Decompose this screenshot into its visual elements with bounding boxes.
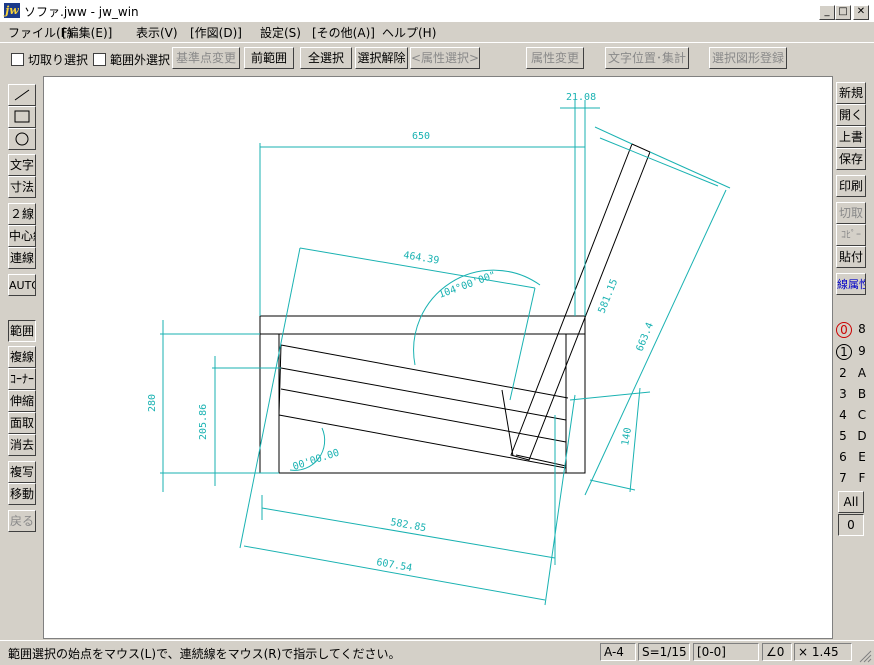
corner-button[interactable]: ｺｰﾅｰ <box>8 368 36 390</box>
layer-group-button[interactable]: 0 <box>838 514 864 536</box>
overwrite-button[interactable]: 上書 <box>836 126 866 148</box>
text-position-button[interactable]: 文字位置･集計 <box>605 47 689 69</box>
dim-650: 650 <box>412 131 430 142</box>
layer-0[interactable]: 0 <box>836 322 852 338</box>
range-toolbar: 切取り選択 範囲外選択 基準点変更 前範囲 全選択 選択解除 <属性選択> 属性… <box>0 42 874 75</box>
layer-f[interactable]: F <box>854 469 870 487</box>
layer-6[interactable]: 6 <box>835 448 851 466</box>
paper-size[interactable]: A-4 <box>600 643 636 661</box>
dim-140: 140 <box>620 427 634 447</box>
dim-464-39: 464.39 <box>403 250 440 267</box>
angle-value[interactable]: ∠0 <box>762 643 792 661</box>
app-logo-icon: jw <box>4 3 20 18</box>
cut-select-checkbox[interactable] <box>11 53 24 66</box>
menu-help[interactable]: ヘルプ(H) <box>382 24 436 41</box>
layer-4[interactable]: 4 <box>835 406 851 424</box>
layer-a[interactable]: A <box>854 364 870 382</box>
line-attribute-button[interactable]: 線属性 <box>836 273 866 295</box>
layer-e[interactable]: E <box>854 448 870 466</box>
print-button[interactable]: 印刷 <box>836 175 866 197</box>
layer-status[interactable]: [0-0] <box>693 643 759 661</box>
open-file-button[interactable]: 開く <box>836 104 866 126</box>
circle-tool-icon[interactable] <box>8 128 36 150</box>
layer-c[interactable]: C <box>854 406 870 424</box>
status-bar: 範囲選択の始点をマウス(L)で、連続線をマウス(R)で指示してください。 A-4… <box>0 640 874 665</box>
stretch-button[interactable]: 伸縮 <box>8 390 36 412</box>
sofa-shape <box>259 143 651 474</box>
select-all-button[interactable]: 全選択 <box>300 47 352 69</box>
layer-2[interactable]: 2 <box>835 364 851 382</box>
center-line-button[interactable]: 中心線 <box>8 225 36 247</box>
dimension-tool-button[interactable]: 寸法 <box>8 176 36 198</box>
outside-select-label: 範囲外選択 <box>110 53 171 67</box>
layer-1[interactable]: 1 <box>836 344 852 360</box>
continuous-line-button[interactable]: 連線 <box>8 247 36 269</box>
move-button[interactable]: 移動 <box>8 483 36 505</box>
zoom-value[interactable]: × 1.45 <box>794 643 852 661</box>
prev-range-button[interactable]: 前範囲 <box>244 47 294 69</box>
layer-b[interactable]: B <box>854 385 870 403</box>
maximize-icon[interactable]: □ <box>835 5 851 20</box>
dim-21-08: 21.08 <box>566 92 596 103</box>
close-icon[interactable]: ✕ <box>853 5 869 20</box>
layer-all-button[interactable]: All <box>838 491 864 513</box>
deselect-button[interactable]: 選択解除 <box>355 47 408 69</box>
paste-button[interactable]: 貼付 <box>836 246 866 268</box>
layer-8[interactable]: 8 <box>854 320 870 338</box>
copy-button[interactable]: ｺﾋﾟｰ <box>836 224 866 246</box>
register-shape-button[interactable]: 選択図形登録 <box>709 47 787 69</box>
line-tool-icon[interactable] <box>8 84 36 106</box>
dim-205-86: 205.86 <box>198 404 209 440</box>
base-point-button[interactable]: 基準点変更 <box>172 47 240 69</box>
menu-view[interactable]: 表示(V) <box>136 24 178 41</box>
layer-9[interactable]: 9 <box>854 342 870 360</box>
dim-zero-angle: 00'00.00 <box>292 448 341 473</box>
layer-3[interactable]: 3 <box>835 385 851 403</box>
title-bar: jw ソファ.jww - jw_win _ □ ✕ <box>0 0 874 22</box>
cut-button[interactable]: 切取 <box>836 202 866 224</box>
menu-draw[interactable]: [作図(D)] <box>190 24 242 41</box>
dim-582-85: 582.85 <box>389 517 426 534</box>
parallel-line-button[interactable]: 複線 <box>8 346 36 368</box>
auto-mode-button[interactable]: AUTO <box>8 274 36 296</box>
resize-grip-icon[interactable] <box>858 649 872 663</box>
menu-settings[interactable]: 設定(S) <box>260 24 301 41</box>
dimension-texts: 21.08 650 464.39 104°00'00" 581.15 663.4… <box>147 92 656 574</box>
chamfer-button[interactable]: 面取 <box>8 412 36 434</box>
layer-7[interactable]: 7 <box>835 469 851 487</box>
drawing-svg: 21.08 650 464.39 104°00'00" 581.15 663.4… <box>147 92 731 606</box>
cut-select-label: 切取り選択 <box>28 53 89 67</box>
attr-select-button[interactable]: <属性選択> <box>410 47 480 69</box>
text-tool-button[interactable]: 文字 <box>8 154 36 176</box>
new-file-button[interactable]: 新規 <box>836 82 866 104</box>
minimize-icon[interactable]: _ <box>819 5 835 20</box>
menu-edit[interactable]: [編集(E)] <box>62 24 112 41</box>
duplicate-button[interactable]: 複写 <box>8 461 36 483</box>
right-toolbox: 新規 開く 上書 保存 印刷 切取 ｺﾋﾟｰ 貼付 線属性 0 8 1 9 2 … <box>834 76 874 640</box>
rectangle-tool-icon[interactable] <box>8 106 36 128</box>
layer-5[interactable]: 5 <box>835 427 851 445</box>
save-button[interactable]: 保存 <box>836 148 866 170</box>
scale-value[interactable]: S=1/15 <box>638 643 690 661</box>
undo-button[interactable]: 戻る <box>8 510 36 532</box>
window-title: ソファ.jww - jw_win <box>24 5 139 19</box>
range-select-button[interactable]: 範囲 <box>8 320 36 342</box>
double-line-button[interactable]: ２線 <box>8 203 36 225</box>
dim-581-15: 581.15 <box>597 278 621 316</box>
dim-607-54: 607.54 <box>375 557 412 574</box>
drawing-canvas[interactable]: 21.08 650 464.39 104°00'00" 581.15 663.4… <box>43 76 833 639</box>
left-toolbox: 文字 寸法 ２線 中心線 連線 AUTO 範囲 複線 ｺｰﾅｰ 伸縮 面取 消去… <box>0 76 42 640</box>
menu-bar: ファイル(F) [編集(E)] 表示(V) [作図(D)] 設定(S) [その他… <box>0 22 874 42</box>
outside-select-checkbox[interactable] <box>93 53 106 66</box>
layer-d[interactable]: D <box>854 427 870 445</box>
status-message: 範囲選択の始点をマウス(L)で、連続線をマウス(R)で指示してください。 <box>8 647 401 661</box>
menu-other[interactable]: [その他(A)] <box>312 24 375 41</box>
dim-280: 280 <box>147 394 158 412</box>
erase-button[interactable]: 消去 <box>8 434 36 456</box>
attr-change-button[interactable]: 属性変更 <box>526 47 584 69</box>
